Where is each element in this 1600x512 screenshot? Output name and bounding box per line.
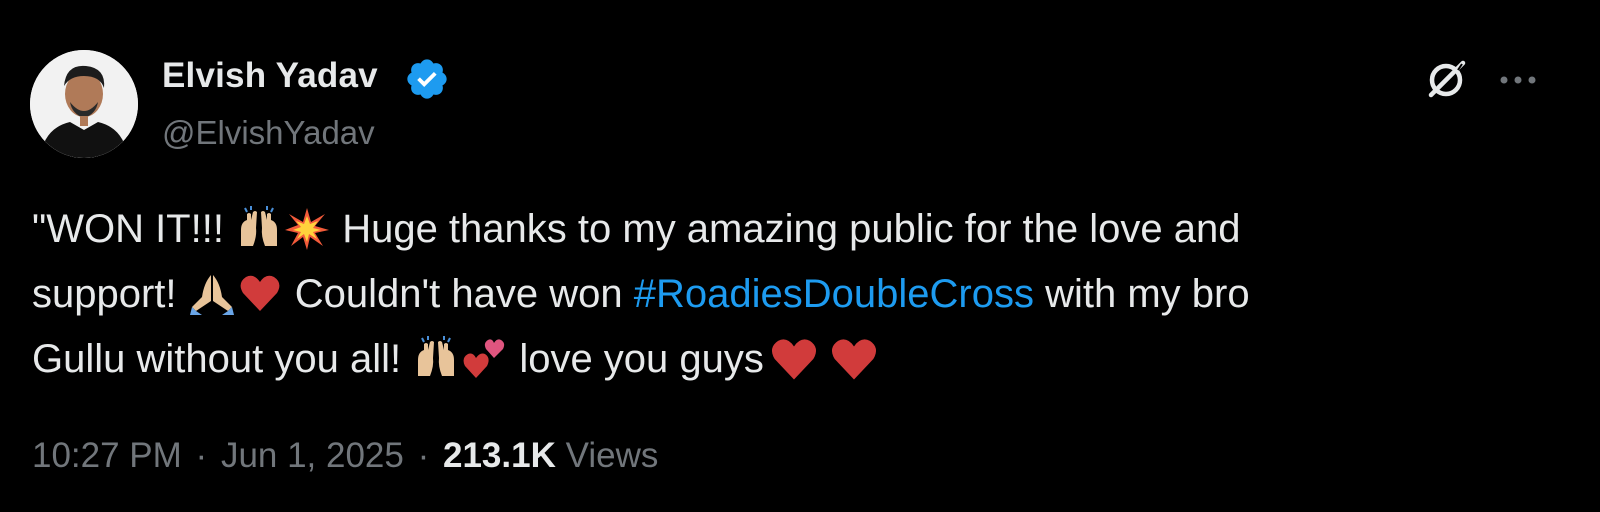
tweet-date[interactable]: Jun 1, 2025 <box>221 436 404 475</box>
tweet-text-fragment: love you guys <box>508 337 764 381</box>
tweet-card: Elvish Yadav @ElvishYadav "WON IT!!! Hug… <box>0 0 1600 512</box>
author-handle[interactable]: @ElvishYadav <box>162 114 375 152</box>
tweet-text-fragment: Couldn't have won <box>283 272 634 316</box>
tweet-line: "WON IT!!! Huge thanks to my amazing pub… <box>32 197 1552 262</box>
collision-emoji-icon <box>285 205 330 250</box>
views-count[interactable]: 213.1K <box>443 436 556 475</box>
tweet-text-fragment: support! <box>32 272 188 316</box>
meta-separator: · <box>417 436 430 475</box>
red-heart-emoji-icon <box>238 270 282 314</box>
red-heart-emoji-icon <box>826 334 882 384</box>
tweet-text-fragment: Huge thanks to my amazing public for the… <box>331 207 1241 251</box>
grok-icon[interactable] <box>1422 56 1470 104</box>
verified-badge-icon <box>404 56 450 102</box>
author-name[interactable]: Elvish Yadav <box>162 56 378 96</box>
red-heart-emoji-icon <box>766 334 822 384</box>
raising-hands-emoji-icon <box>237 205 281 249</box>
tweet-meta: 10:27 PM · Jun 1, 2025 · 213.1K Views <box>32 436 658 476</box>
more-dots-icon[interactable] <box>1494 60 1542 100</box>
tweet-text: "WON IT!!! Huge thanks to my amazing pub… <box>32 197 1552 392</box>
tweet-line: support! Couldn't have won #RoadiesDoubl… <box>32 262 1552 327</box>
tweet-time[interactable]: 10:27 PM <box>32 436 182 475</box>
tweet-text-fragment: with my bro <box>1033 272 1250 316</box>
meta-separator: · <box>195 436 208 475</box>
tweet-line: Gullu without you all! love you guys <box>32 327 1552 392</box>
raising-hands-emoji-icon <box>414 335 458 379</box>
avatar[interactable] <box>30 50 138 158</box>
tweet-text-fragment: "WON IT!!! <box>32 207 236 251</box>
folded-hands-emoji-icon <box>189 270 234 315</box>
hashtag-link[interactable]: #RoadiesDoubleCross <box>634 272 1034 316</box>
two-hearts-emoji-icon <box>462 335 506 379</box>
views-label[interactable]: Views <box>566 436 659 475</box>
tweet-text-fragment: Gullu without you all! <box>32 337 413 381</box>
